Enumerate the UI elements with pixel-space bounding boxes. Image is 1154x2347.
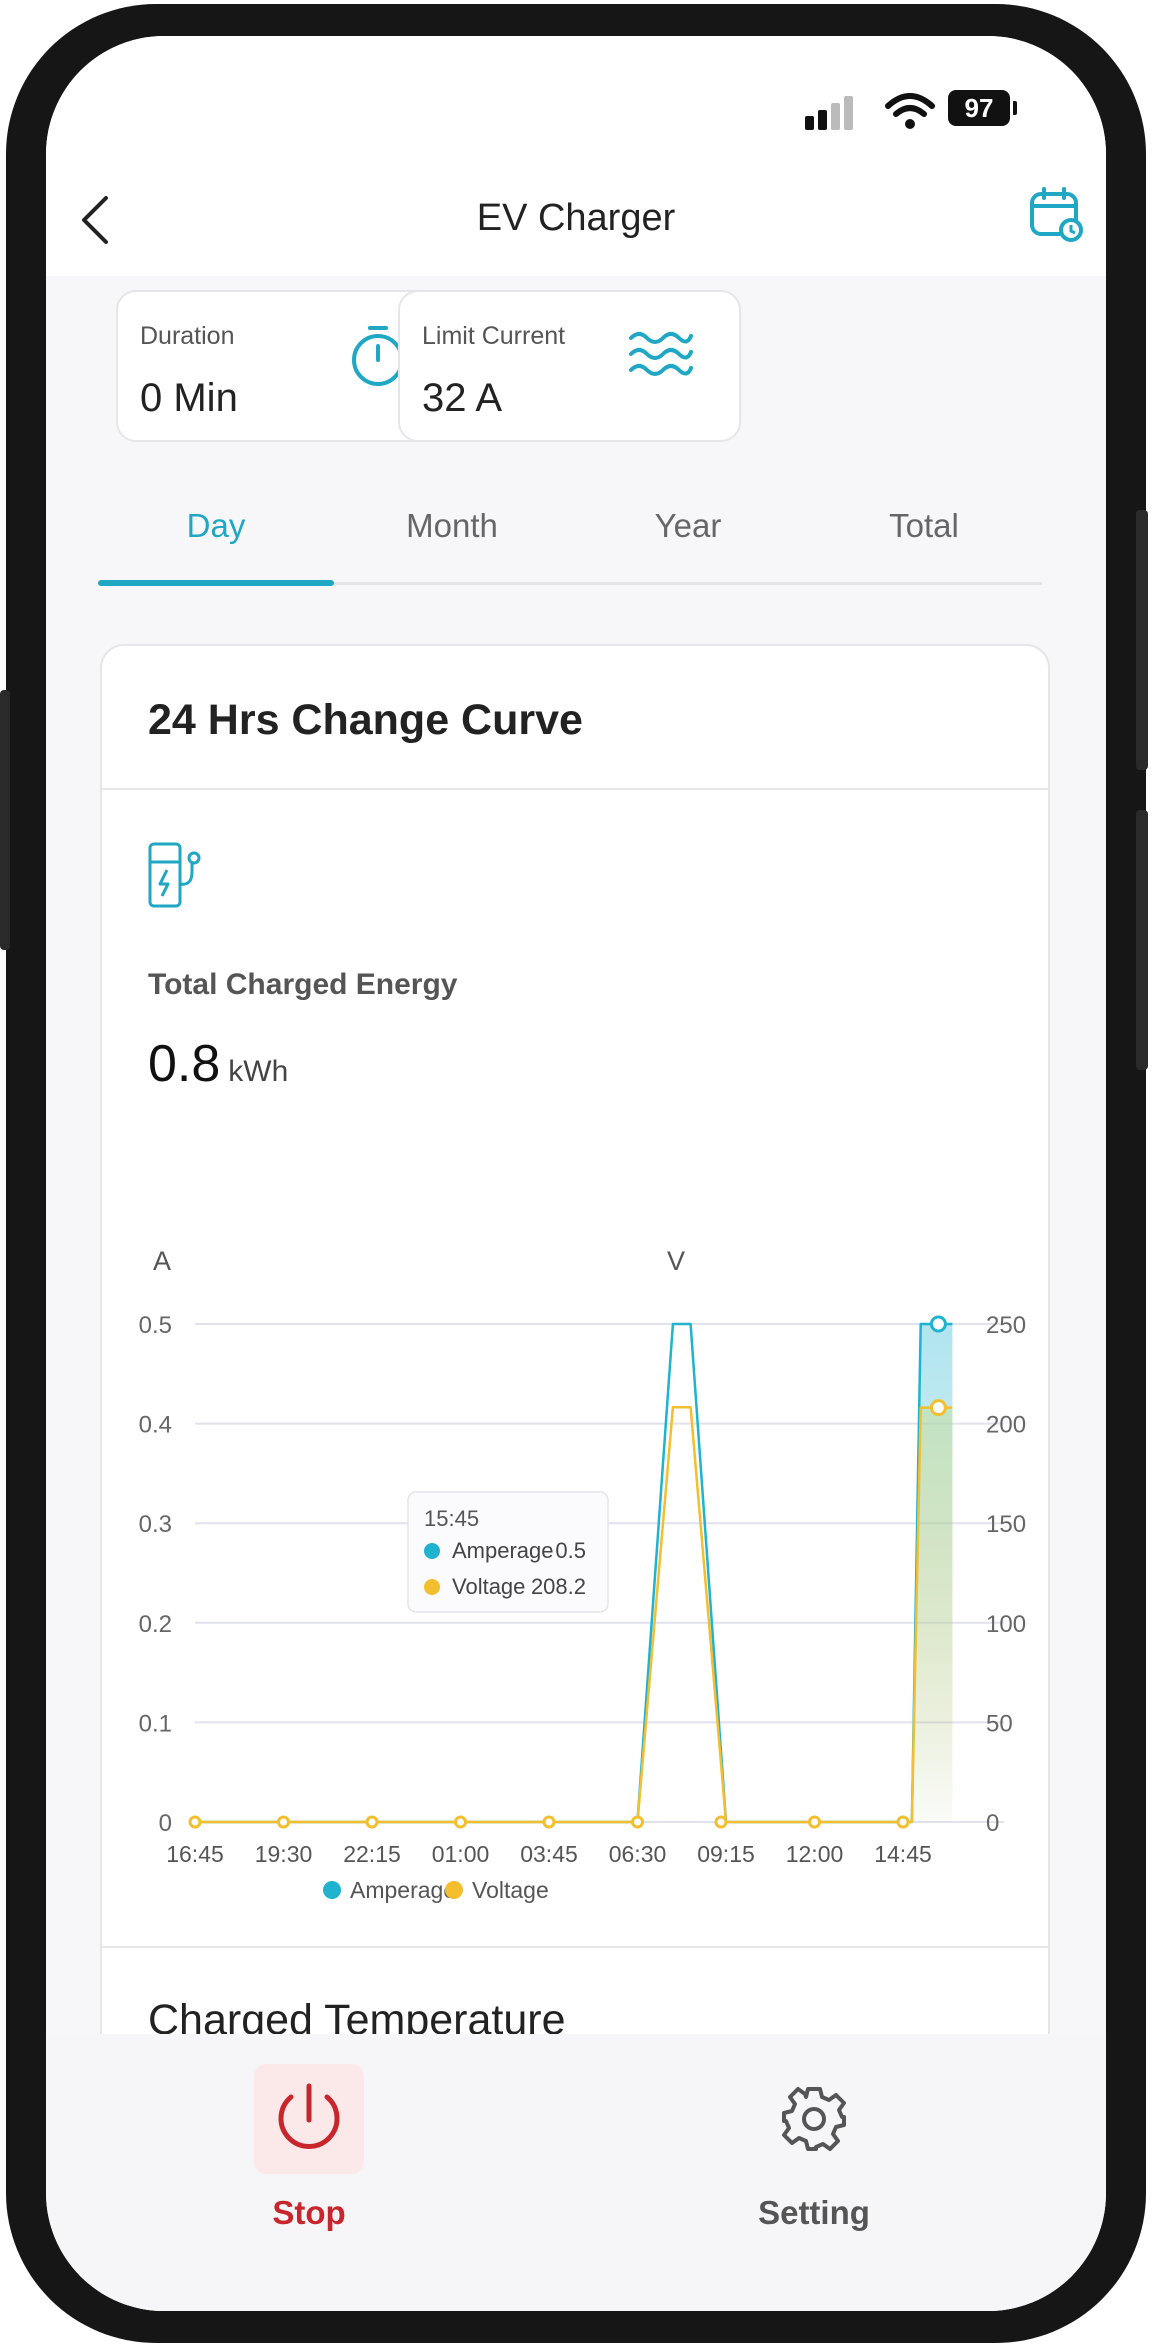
x-tick: 06:30 [609,1841,667,1867]
x-tick: 09:15 [697,1841,755,1867]
page-title: EV Charger [476,197,676,239]
y-right-tick: 100 [986,1611,1026,1638]
stop-label[interactable]: Stop [159,2194,459,2232]
amperage-highlight-point [929,1315,947,1333]
voltage-point [365,1815,379,1829]
tooltip-dot [424,1579,440,1595]
x-tick: 14:45 [874,1841,932,1867]
card-divider-2 [102,1946,1048,1948]
y-right-tick: 50 [986,1710,1013,1737]
limit-current-label: Limit Current [422,322,566,350]
y-right-tick: 200 [986,1412,1026,1439]
legend-label: Voltage [472,1877,549,1903]
active-tab-indicator [98,580,334,586]
y-right-tick: 150 [986,1511,1026,1538]
y-left-tick: 0.2 [139,1611,172,1638]
y-left-ticks: 0.5 0.4 0.3 0.2 0.1 0 [139,1312,172,1837]
battery-tip [1013,101,1017,115]
tab-day[interactable]: Day [98,506,334,546]
voltage-point [896,1815,910,1829]
ev-charger-icon [148,842,201,908]
voltage-point [714,1815,728,1829]
x-tick: 12:00 [786,1841,844,1867]
x-tick: 16:45 [166,1841,224,1867]
y-left-tick: 0.3 [139,1511,172,1538]
curve-card-title: 24 Hrs Change Curve [148,696,583,744]
battery-indicator: 97 [948,90,1010,126]
y-left-tick: 0.1 [139,1710,172,1737]
x-tick: 03:45 [520,1841,578,1867]
voltage-point [454,1815,467,1829]
tab-total[interactable]: Total [806,506,1042,546]
tab-month[interactable]: Month [334,506,570,546]
legend-dot [445,1881,463,1899]
app-screen: 97 EV Charger Duration 0 Min Limit Curre… [46,36,1106,2311]
period-tabs: Day Month Year Total [98,506,1042,566]
x-ticks: 16:45 19:30 22:15 01:00 03:45 06:30 09:15 12:00… [166,1841,932,1867]
current-waves-icon [629,332,693,376]
tooltip-time: 15:45 [424,1506,479,1531]
voltage-point [277,1815,290,1829]
total-energy-unit: kWh [228,1055,289,1088]
side-button-top [1136,510,1148,770]
calendar-schedule-icon[interactable] [1028,186,1084,242]
tooltip-series-value: 0.5 [555,1538,586,1563]
chart-legend: Amperage Voltage [323,1877,549,1903]
y-left-tick: 0.4 [139,1412,172,1439]
total-energy-label: Total Charged Energy [148,968,458,1001]
y-left-tick: 0 [159,1810,172,1837]
voltage-point [542,1815,556,1829]
y-right-ticks: 250 200 150 100 50 0 [986,1312,1026,1837]
y-left-tick: 0.5 [139,1312,172,1339]
voltage-point [808,1815,821,1829]
y-right-tick: 0 [986,1810,999,1837]
y-left-axis-label: A [153,1246,171,1276]
legend-dot [323,1881,341,1899]
duration-value: 0 Min [140,376,238,420]
tooltip-series-value: 208.2 [531,1574,586,1599]
tab-year[interactable]: Year [570,506,806,546]
wifi-icon [885,93,935,129]
voltage-point [631,1815,644,1829]
setting-label[interactable]: Setting [664,2194,964,2232]
y-right-tick: 250 [986,1312,1026,1339]
voltage-point [188,1815,202,1829]
x-tick: 22:15 [343,1841,401,1867]
legend-label: Amperage [350,1877,456,1903]
voltage-highlight-point [929,1399,947,1417]
power-icon [278,2083,340,2149]
voltage-line [195,1406,953,1824]
x-tick: 01:00 [432,1841,490,1867]
total-energy: 0.8 kWh [148,1034,288,1094]
tooltip-dot [424,1543,440,1559]
gear-icon[interactable] [779,2084,849,2154]
limit-current-card: Limit Current 32 A [398,290,741,442]
tooltip-series-name: Voltage [452,1574,525,1599]
change-curve-chart[interactable]: A V 0.5 0.4 0.3 0.2 0.1 0 250 200 150 100 50 0 16:… [102,1146,1048,1926]
limit-current-value: 32 A [422,376,503,420]
y-right-axis-label: V [667,1246,685,1276]
side-button-bottom [1136,810,1148,1070]
stop-button[interactable] [254,2064,364,2174]
duration-label: Duration [140,322,235,350]
side-button-left [0,690,10,950]
top-bar: 97 EV Charger [46,36,1106,276]
tooltip-series-name: Amperage [452,1538,554,1563]
bottom-bar: Stop Setting [46,2034,1106,2311]
chart-tooltip: 15:45 Amperage 0.5 Voltage 208.2 [407,1491,609,1613]
card-divider [102,788,1048,790]
total-energy-value: 0.8 [148,1035,221,1093]
x-tick: 19:30 [255,1841,313,1867]
